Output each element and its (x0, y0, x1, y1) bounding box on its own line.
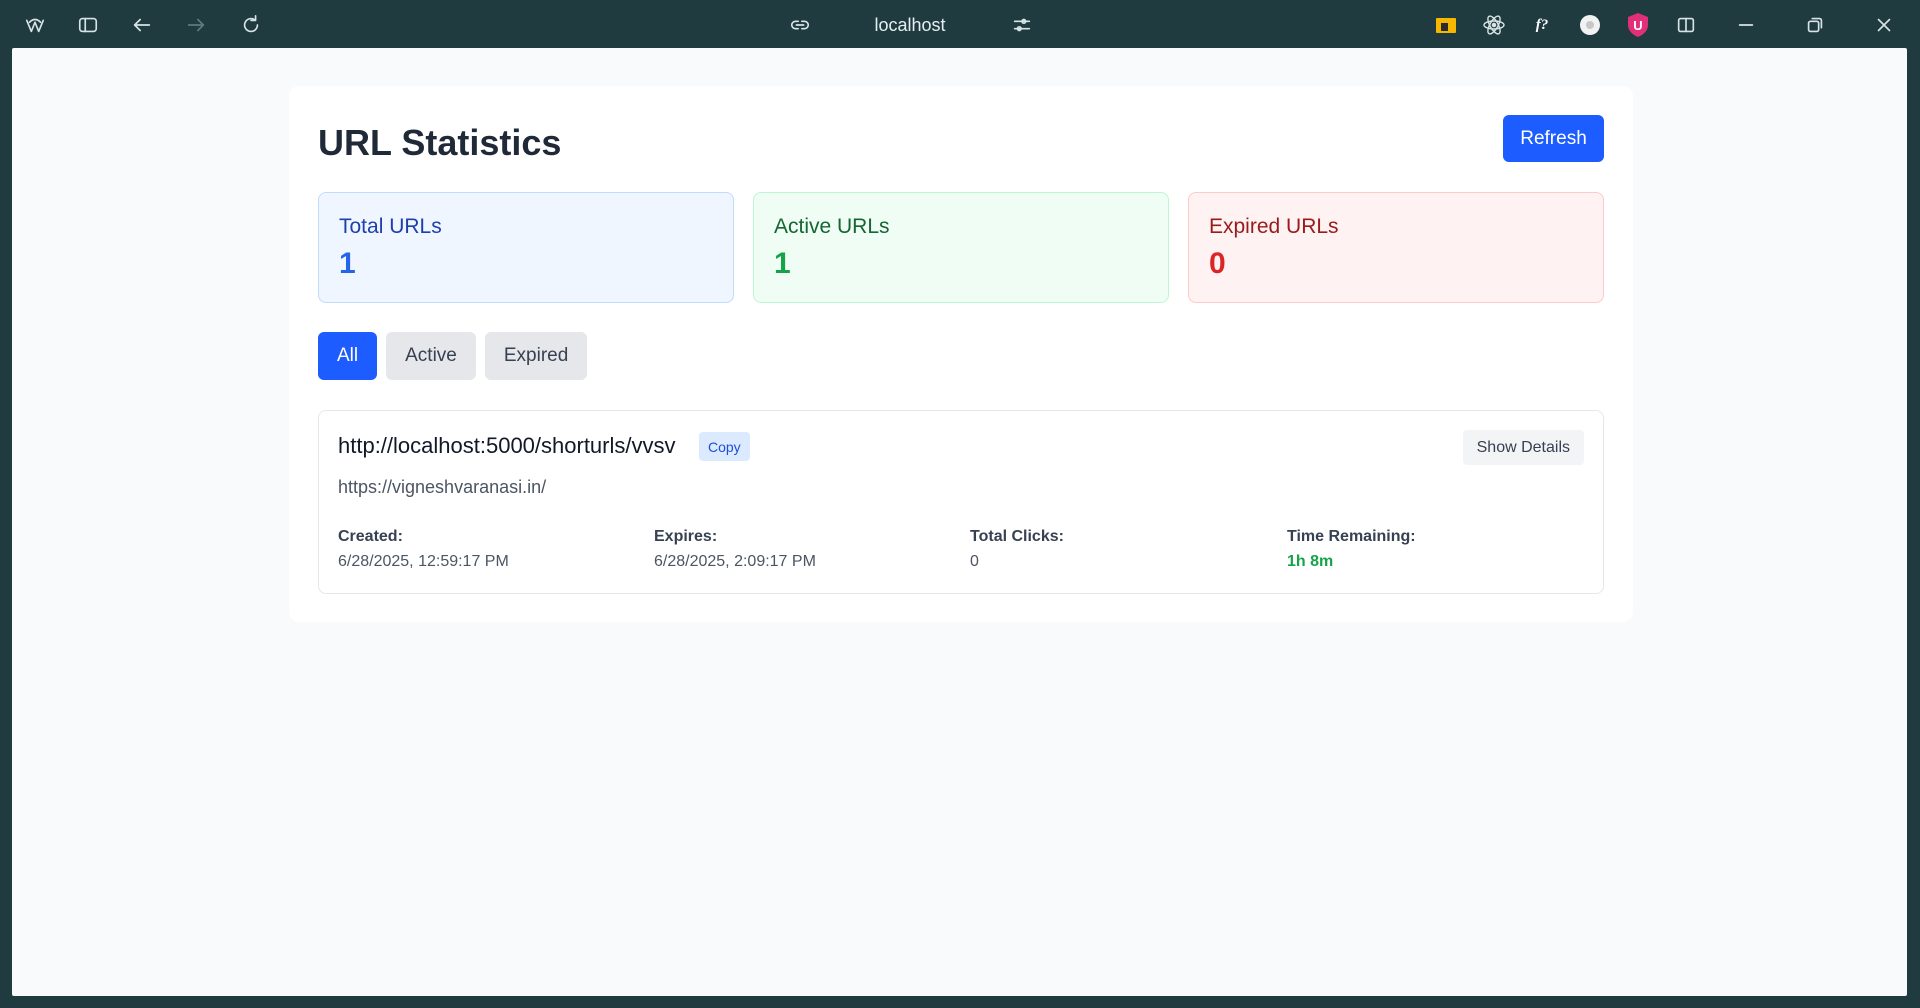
folder-extension-icon[interactable] (1432, 11, 1460, 39)
minimize-icon[interactable] (1731, 10, 1761, 40)
refresh-button[interactable]: Refresh (1503, 115, 1604, 162)
whatfont-extension-icon[interactable]: f? (1528, 11, 1556, 39)
remaining-value: 1h 8m (1287, 553, 1334, 570)
filter-tabs: All Active Expired (318, 332, 588, 380)
stat-active-value: 1 (774, 247, 791, 280)
remaining-meta: Time Remaining: 1h 8m (1287, 528, 1416, 571)
address-bar[interactable]: localhost (780, 10, 1040, 40)
close-icon[interactable] (1869, 10, 1899, 40)
expires-value: 6/28/2025, 2:09:17 PM (654, 553, 816, 570)
expires-label: Expires: (654, 528, 718, 545)
reload-icon[interactable] (236, 10, 266, 40)
forward-icon[interactable] (181, 10, 211, 40)
url-list-item: http://localhost:5000/shorturls/vvsv Cop… (318, 410, 1604, 594)
ublock-extension-label: U (1633, 17, 1643, 33)
page-viewport: URL Statistics Refresh Total URLs 1 Acti… (12, 48, 1907, 996)
created-label: Created: (338, 528, 403, 545)
show-details-button[interactable]: Show Details (1462, 430, 1584, 465)
created-value: 6/28/2025, 12:59:17 PM (338, 553, 509, 570)
browser-logo-icon[interactable] (20, 10, 50, 40)
statistics-card: URL Statistics Refresh Total URLs 1 Acti… (289, 86, 1633, 622)
copy-button[interactable]: Copy (699, 432, 750, 461)
stat-expired-urls: Expired URLs 0 (1188, 192, 1604, 303)
clicks-label: Total Clicks: (970, 528, 1064, 545)
clicks-value: 0 (970, 553, 979, 570)
back-icon[interactable] (127, 10, 157, 40)
site-settings-icon[interactable] (1007, 10, 1037, 40)
browser-titlebar: localhost f? U (0, 0, 1920, 49)
created-meta: Created: 6/28/2025, 12:59:17 PM (338, 528, 509, 571)
short-url[interactable]: http://localhost:5000/shorturls/vvsv (338, 433, 676, 459)
expires-meta: Expires: 6/28/2025, 2:09:17 PM (654, 528, 816, 571)
filter-active-button[interactable]: Active (386, 332, 476, 380)
ublock-extension-icon[interactable]: U (1624, 11, 1652, 39)
stat-total-label: Total URLs (339, 215, 442, 238)
remaining-label: Time Remaining: (1287, 528, 1416, 545)
filter-all-button[interactable]: All (318, 332, 378, 380)
sidebar-toggle-icon[interactable] (73, 10, 103, 40)
original-url: https://vigneshvaranasi.in/ (338, 477, 547, 497)
stat-total-urls: Total URLs 1 (318, 192, 734, 303)
page-title: URL Statistics (318, 122, 562, 163)
restore-icon[interactable] (1800, 10, 1830, 40)
profile-extension-icon[interactable] (1576, 11, 1604, 39)
clicks-meta: Total Clicks: 0 (970, 528, 1064, 571)
stat-expired-value: 0 (1209, 247, 1226, 280)
stat-total-value: 1 (339, 247, 356, 280)
stat-active-label: Active URLs (774, 215, 890, 238)
react-devtools-icon[interactable] (1480, 11, 1508, 39)
split-view-icon[interactable] (1671, 10, 1701, 40)
stat-active-urls: Active URLs 1 (753, 192, 1169, 303)
stat-expired-label: Expired URLs (1209, 215, 1339, 238)
filter-expired-button[interactable]: Expired (484, 332, 588, 380)
